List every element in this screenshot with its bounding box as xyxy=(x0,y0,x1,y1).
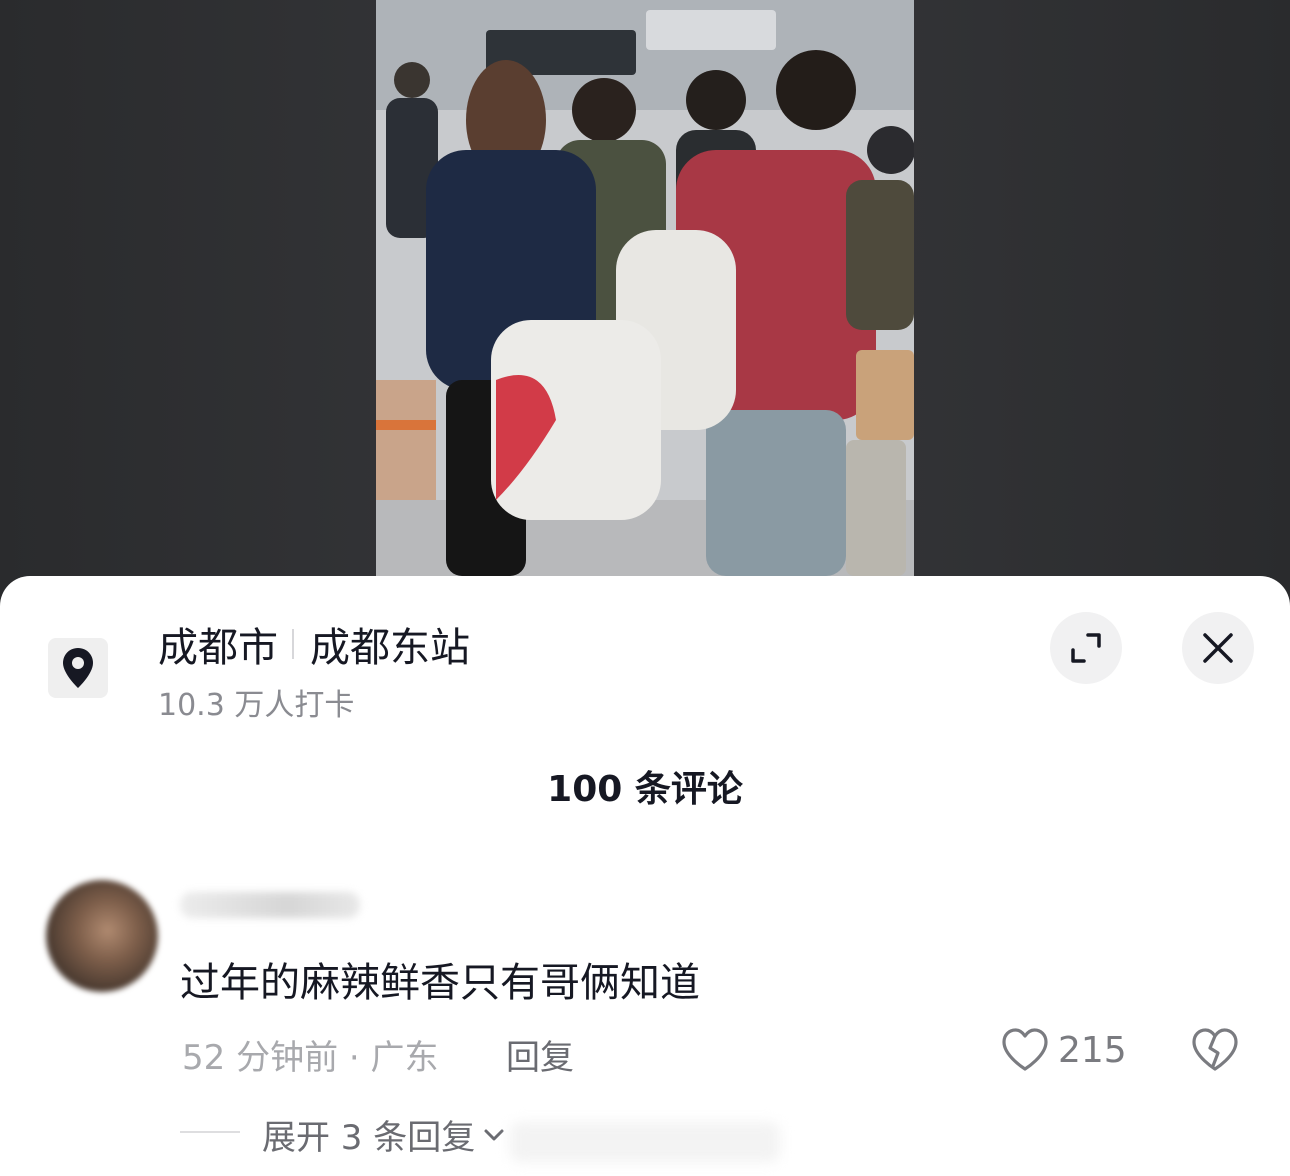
location-icon-box[interactable] xyxy=(48,638,108,698)
broken-heart-icon[interactable] xyxy=(1190,1026,1240,1074)
comment-meta: 52 分钟前 · 广东 xyxy=(182,1038,439,1078)
like-count: 215 xyxy=(1058,1030,1127,1071)
expand-button[interactable] xyxy=(1050,612,1122,684)
location-title[interactable]: 成都市 成都东站 xyxy=(158,618,470,671)
heart-outline-icon[interactable] xyxy=(1000,1026,1050,1074)
location-separator xyxy=(292,629,294,659)
reply-button[interactable]: 回复 xyxy=(506,1030,574,1079)
post-photo[interactable] xyxy=(376,0,914,576)
avatar[interactable] xyxy=(46,880,158,992)
expand-replies-button[interactable]: 展开 3 条回复 xyxy=(262,1110,505,1159)
overlay-blur xyxy=(510,1122,780,1162)
username-redacted[interactable] xyxy=(180,892,360,918)
reply-divider-line xyxy=(180,1131,240,1133)
comment-count-title: 100 条评论 xyxy=(547,769,743,810)
expand-icon xyxy=(1071,633,1101,663)
location-city: 成都市 xyxy=(158,625,278,671)
chevron-down-icon xyxy=(484,1129,504,1140)
expand-replies-label: 展开 3 条回复 xyxy=(262,1118,476,1158)
location-place: 成都东站 xyxy=(310,625,470,671)
close-icon xyxy=(1203,633,1233,663)
station-crowd-photo xyxy=(376,0,914,576)
close-button[interactable] xyxy=(1182,612,1254,684)
checkin-count: 10.3 万人打卡 xyxy=(158,688,355,723)
comment-text: 过年的麻辣鲜香只有哥俩知道 xyxy=(180,960,700,1006)
location-pin-icon xyxy=(63,648,93,688)
